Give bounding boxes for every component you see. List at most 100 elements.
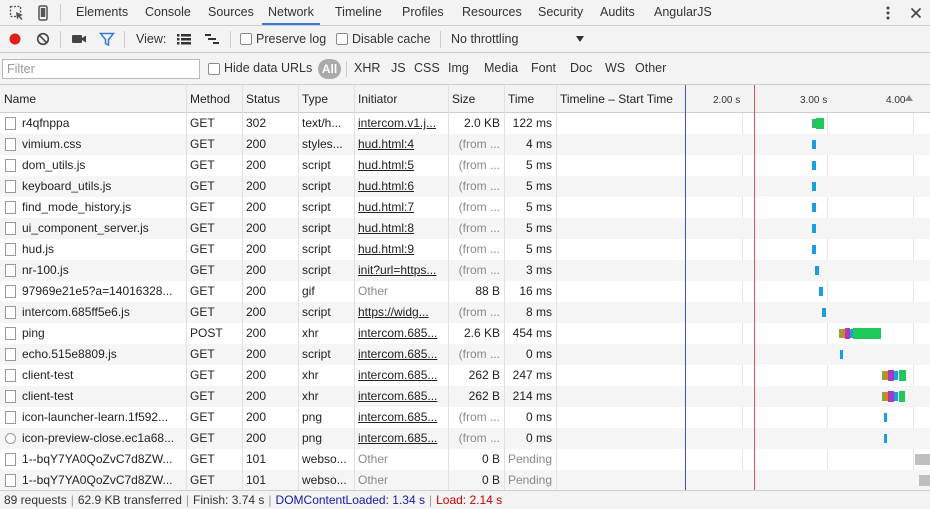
cell-initiator[interactable]: intercom.685... — [354, 365, 448, 386]
tab-network[interactable]: Network — [262, 0, 320, 25]
capture-screenshots-icon[interactable] — [70, 30, 88, 48]
cell-name[interactable]: 1--bqY7YA0QoZvC7d8ZW... — [18, 470, 186, 490]
cell-name[interactable]: icon-launcher-learn.1f592... — [18, 407, 186, 428]
table-row[interactable]: r4qfnppa GET 302 text/h... intercom.v1.j... 2… — [0, 113, 930, 134]
disable-cache-checkbox[interactable] — [336, 33, 348, 45]
column-header-method[interactable]: Method — [186, 85, 230, 113]
filter-input[interactable] — [2, 59, 200, 79]
tab-sources[interactable]: Sources — [208, 0, 254, 25]
column-header-time[interactable]: Time — [504, 85, 534, 113]
tab-security[interactable]: Security — [538, 0, 583, 25]
cell-initiator[interactable]: init?url=https... — [354, 260, 448, 281]
table-row[interactable]: ui_component_server.js GET 200 script hud.ht… — [0, 218, 930, 239]
filter-type-doc[interactable]: Doc — [570, 61, 592, 75]
column-header-initiator[interactable]: Initiator — [354, 85, 397, 113]
cell-initiator[interactable]: intercom.685... — [354, 323, 448, 344]
cell-name[interactable]: ui_component_server.js — [18, 218, 186, 239]
table-row[interactable]: icon-launcher-learn.1f592... GET 200 png int… — [0, 407, 930, 428]
waterfall-cell — [558, 386, 930, 407]
cell-method: GET — [190, 368, 215, 382]
cell-name[interactable]: intercom.685ff5e6.js — [18, 302, 186, 323]
table-row[interactable]: intercom.685ff5e6.js GET 200 script https://… — [0, 302, 930, 323]
filter-type-all[interactable]: All — [318, 59, 341, 79]
column-header-size[interactable]: Size — [448, 85, 475, 113]
preserve-log-checkbox[interactable] — [240, 33, 252, 45]
table-row[interactable]: hud.js GET 200 script hud.html:9 (from ... 5 m… — [0, 239, 930, 260]
cell-name[interactable]: icon-preview-close.ec1a68... — [18, 428, 186, 449]
tab-resources[interactable]: Resources — [462, 0, 522, 25]
more-options-icon[interactable] — [880, 5, 896, 21]
cell-initiator[interactable]: hud.html:8 — [354, 218, 448, 239]
cell-name[interactable]: 97969e21e5?a=14016328... — [18, 281, 186, 302]
hide-data-urls-checkbox[interactable] — [208, 63, 220, 75]
cell-size: (from ... — [458, 179, 500, 193]
cell-status: 200 — [246, 431, 267, 445]
cell-name[interactable]: 1--bqY7YA0QoZvC7d8ZW... — [18, 449, 186, 470]
cell-initiator[interactable]: intercom.685... — [354, 407, 448, 428]
table-row[interactable]: 1--bqY7YA0QoZvC7d8ZW... GET 101 webso... Oth… — [0, 470, 930, 490]
cell-name[interactable]: client-test — [18, 386, 186, 407]
table-row[interactable]: client-test GET 200 xhr intercom.685... 262 B… — [0, 386, 930, 407]
table-row[interactable]: 97969e21e5?a=14016328... GET 200 gif Other 88… — [0, 281, 930, 302]
filter-type-ws[interactable]: WS — [605, 61, 625, 75]
filter-type-font[interactable]: Font — [531, 61, 556, 75]
cell-type: script — [302, 158, 331, 172]
tab-timeline[interactable]: Timeline — [335, 0, 382, 25]
table-row[interactable]: nr-100.js GET 200 script init?url=https... (f… — [0, 260, 930, 281]
table-row[interactable]: client-test GET 200 xhr intercom.685... 262 B… — [0, 365, 930, 386]
cell-initiator[interactable]: intercom.685... — [354, 386, 448, 407]
tab-elements[interactable]: Elements — [76, 0, 128, 25]
table-row[interactable]: 1--bqY7YA0QoZvC7d8ZW... GET 101 webso... Oth… — [0, 449, 930, 470]
device-mode-icon[interactable] — [34, 4, 52, 22]
tab-profiles[interactable]: Profiles — [402, 0, 444, 25]
close-icon[interactable] — [908, 5, 924, 21]
overview-icon[interactable] — [203, 30, 221, 48]
filter-icon[interactable] — [98, 30, 116, 48]
cell-initiator[interactable]: intercom.685... — [354, 428, 448, 449]
cell-initiator[interactable]: hud.html:5 — [354, 155, 448, 176]
record-icon[interactable] — [6, 30, 24, 48]
tab-audits[interactable]: Audits — [600, 0, 635, 25]
cell-initiator[interactable]: intercom.v1.j... — [354, 113, 448, 134]
filter-type-css[interactable]: CSS — [414, 61, 440, 75]
cell-name[interactable]: ping — [18, 323, 186, 344]
table-row[interactable]: ping POST 200 xhr intercom.685... 2.6 KB 454 m… — [0, 323, 930, 344]
filter-type-xhr[interactable]: XHR — [354, 61, 380, 75]
filter-type-other[interactable]: Other — [635, 61, 666, 75]
table-row[interactable]: keyboard_utils.js GET 200 script hud.html:6 (… — [0, 176, 930, 197]
tab-angularjs[interactable]: AngularJS — [654, 0, 712, 25]
file-icon — [5, 348, 16, 361]
filter-type-img[interactable]: Img — [448, 61, 469, 75]
table-row[interactable]: dom_utils.js GET 200 script hud.html:5 (from … — [0, 155, 930, 176]
cell-initiator[interactable]: hud.html:9 — [354, 239, 448, 260]
large-rows-icon[interactable] — [175, 30, 193, 48]
table-row[interactable]: find_mode_history.js GET 200 script hud.html… — [0, 197, 930, 218]
cell-initiator[interactable]: hud.html:7 — [354, 197, 448, 218]
filter-type-js[interactable]: JS — [391, 61, 406, 75]
throttling-select[interactable]: No throttling — [444, 30, 592, 49]
cell-name[interactable]: nr-100.js — [18, 260, 186, 281]
filter-type-media[interactable]: Media — [484, 61, 518, 75]
cell-initiator[interactable]: hud.html:4 — [354, 134, 448, 155]
cell-name[interactable]: client-test — [18, 365, 186, 386]
cell-initiator[interactable]: intercom.685... — [354, 344, 448, 365]
table-row[interactable]: vimium.css GET 200 styles... hud.html:4 (from… — [0, 134, 930, 155]
cell-name[interactable]: hud.js — [18, 239, 186, 260]
column-header-status[interactable]: Status — [242, 85, 280, 113]
table-row[interactable]: echo.515e8809.js GET 200 script intercom.685… — [0, 344, 930, 365]
tab-console[interactable]: Console — [145, 0, 191, 25]
cell-name[interactable]: r4qfnppa — [18, 113, 186, 134]
table-row[interactable]: icon-preview-close.ec1a68... GET 200 png int… — [0, 428, 930, 449]
cell-initiator[interactable]: hud.html:6 — [354, 176, 448, 197]
column-header-type[interactable]: Type — [298, 85, 328, 113]
cell-name[interactable]: vimium.css — [18, 134, 186, 155]
cell-name[interactable]: find_mode_history.js — [18, 197, 186, 218]
column-header-name[interactable]: Name — [0, 85, 36, 113]
inspect-element-icon[interactable] — [8, 4, 26, 22]
clear-icon[interactable] — [34, 30, 52, 48]
cell-name[interactable]: echo.515e8809.js — [18, 344, 186, 365]
cell-name[interactable]: keyboard_utils.js — [18, 176, 186, 197]
cell-name[interactable]: dom_utils.js — [18, 155, 186, 176]
cell-initiator[interactable]: https://widg... — [354, 302, 448, 323]
column-header-timeline[interactable]: Timeline – Start Time — [556, 85, 673, 113]
